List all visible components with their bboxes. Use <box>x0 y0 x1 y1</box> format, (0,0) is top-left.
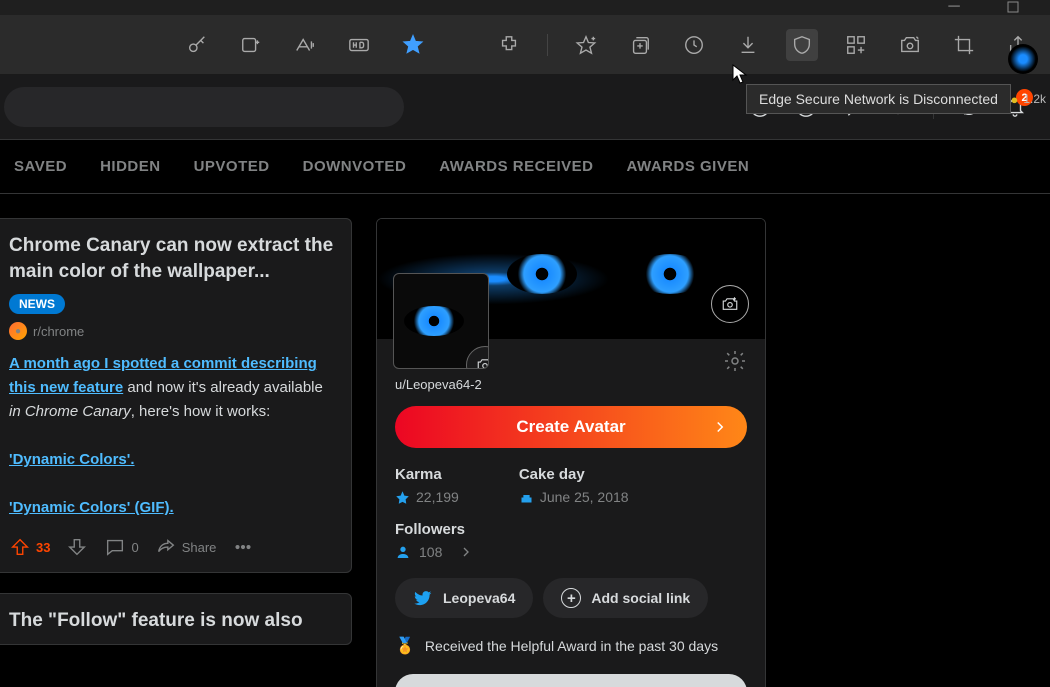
achievement-row: 🏅 Received the Helpful Award in the past… <box>395 636 747 656</box>
karma-icon <box>395 490 410 505</box>
coin-small-icon: ● <box>1010 92 1018 107</box>
read-aloud-icon[interactable] <box>289 29 321 61</box>
favorites-icon[interactable] <box>570 29 602 61</box>
minimize-icon[interactable]: ─ <box>947 0 961 14</box>
share-button[interactable]: Share <box>155 536 217 558</box>
camera-icon[interactable] <box>711 285 749 323</box>
create-avatar-button[interactable]: Create Avatar <box>395 406 747 448</box>
subreddit-icon: ● <box>9 322 27 340</box>
followers-value: 108 <box>419 544 442 560</box>
tab-saved[interactable]: SAVED <box>14 158 67 175</box>
post-actions: 33 0 Share <box>9 536 337 558</box>
content-area: Chrome Canary can now extract the main c… <box>0 194 1050 687</box>
hd-icon[interactable] <box>343 29 375 61</box>
twitter-icon <box>413 588 433 608</box>
cake-icon <box>519 490 534 505</box>
key-icon[interactable] <box>181 29 213 61</box>
karma-value: 22,199 <box>416 489 459 505</box>
apps-icon[interactable] <box>840 29 872 61</box>
add-tab-icon[interactable] <box>235 29 267 61</box>
tooltip: Edge Secure Network is Disconnected <box>746 84 1011 114</box>
post-card[interactable]: The "Follow" feature is now also <box>0 593 352 645</box>
crop-icon[interactable] <box>948 29 980 61</box>
extensions-icon[interactable] <box>493 29 525 61</box>
tab-hidden[interactable]: HIDDEN <box>100 158 161 175</box>
flair-pill[interactable]: NEWS <box>9 294 65 314</box>
collections-icon[interactable] <box>624 29 656 61</box>
username: u/Leopeva64-2 <box>395 377 747 392</box>
profile-avatar[interactable] <box>393 273 489 369</box>
post-title: Chrome Canary can now extract the main c… <box>9 233 337 284</box>
history-icon[interactable] <box>678 29 710 61</box>
coins-value-short: 1.2k <box>1023 92 1046 106</box>
post-link[interactable]: 'Dynamic Colors'. <box>9 451 135 468</box>
add-social-link-button[interactable]: + Add social link <box>543 578 708 618</box>
post-card[interactable]: Chrome Canary can now extract the main c… <box>0 218 352 573</box>
camera-icon[interactable] <box>466 346 489 369</box>
subreddit-row[interactable]: ● r/chrome <box>9 322 337 340</box>
chevron-right-icon <box>711 418 729 436</box>
tab-upvoted[interactable]: UPVOTED <box>194 158 270 175</box>
tab-awards-given[interactable]: AWARDS GIVEN <box>626 158 749 175</box>
person-icon <box>395 544 411 560</box>
downvote-button[interactable] <box>66 536 88 558</box>
toolbar-divider <box>547 34 548 56</box>
cakeday-label: Cake day <box>519 466 629 483</box>
search-input[interactable] <box>4 87 404 127</box>
favorite-star-icon[interactable] <box>397 29 429 61</box>
gear-icon[interactable] <box>723 349 747 373</box>
subreddit-name: r/chrome <box>33 324 84 339</box>
plus-icon: + <box>561 588 581 608</box>
tab-downvoted[interactable]: DOWNVOTED <box>303 158 407 175</box>
browser-toolbar <box>0 15 1050 75</box>
profile-card: u/Leopeva64-2 Create Avatar Karma 22,199… <box>376 218 766 687</box>
screenshot-icon[interactable] <box>894 29 926 61</box>
profile-banner <box>377 219 765 339</box>
window-titlebar: ─ <box>0 0 1050 15</box>
downloads-icon[interactable] <box>732 29 764 61</box>
followers-label: Followers <box>395 521 747 538</box>
post-link[interactable]: 'Dynamic Colors' (GIF). <box>9 499 174 516</box>
cakeday-value: June 25, 2018 <box>540 489 629 505</box>
more-button[interactable] <box>232 536 254 558</box>
post-title: The "Follow" feature is now also <box>9 608 337 634</box>
followers-row[interactable]: 108 <box>395 544 747 560</box>
upvote-button[interactable]: 33 <box>9 536 50 558</box>
new-post-button[interactable]: New Post <box>395 674 747 687</box>
award-icon: 🏅 <box>395 636 415 656</box>
post-body: A month ago I spotted a commit describin… <box>9 352 337 520</box>
shield-icon[interactable] <box>786 29 818 61</box>
maximize-icon[interactable] <box>1006 0 1020 14</box>
profile-avatar-icon[interactable] <box>1008 44 1038 74</box>
karma-label: Karma <box>395 466 459 483</box>
chevron-right-icon <box>458 544 474 560</box>
social-link-twitter[interactable]: Leopeva64 <box>395 578 533 618</box>
tab-awards-received[interactable]: AWARDS RECEIVED <box>439 158 593 175</box>
comments-button[interactable]: 0 <box>104 536 138 558</box>
profile-tabs: SAVED HIDDEN UPVOTED DOWNVOTED AWARDS RE… <box>0 139 1050 194</box>
